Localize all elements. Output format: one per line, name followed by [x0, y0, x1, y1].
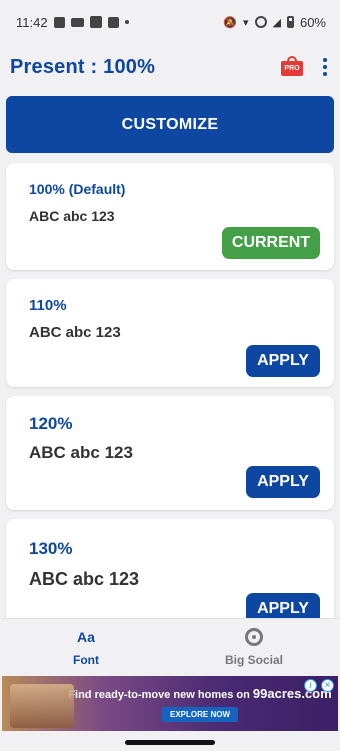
current-button[interactable]: CURRENT: [222, 227, 320, 259]
option-percent: 130%: [29, 539, 73, 558]
hotspot-icon: [254, 16, 267, 28]
bottom-navigation: Aa Font Big Social: [2, 618, 338, 674]
option-card[interactable]: 130% ABC abc 123 APPLY: [6, 519, 334, 618]
signal-icon: ◢: [272, 16, 281, 29]
page-title: Present : 100%: [10, 55, 156, 78]
option-card[interactable]: 120% ABC abc 123 APPLY: [6, 396, 334, 510]
option-percent: 100% (Default): [29, 181, 126, 197]
apply-button[interactable]: APPLY: [246, 466, 320, 498]
ad-explore-button[interactable]: EXPLORE NOW: [161, 706, 238, 722]
font-aa-icon: Aa: [77, 628, 95, 645]
app-bar: Present : 100% PRO: [2, 42, 338, 92]
gesture-bar[interactable]: [125, 740, 215, 745]
option-card[interactable]: 100% (Default) ABC abc 123 CURRENT: [6, 163, 334, 270]
ad-headline: Find ready-to-move new homes on 99acres.…: [68, 685, 332, 701]
nav-label-font: Font: [73, 652, 99, 667]
ad-image: [10, 684, 74, 728]
battery-icon: [286, 16, 294, 28]
nav-item-big-social[interactable]: Big Social: [170, 619, 338, 674]
status-bar: 11:42 🔕 ▾ ◢ 60%: [2, 2, 338, 42]
option-percent: 110%: [29, 297, 67, 314]
option-sample-text: ABC abc 123: [29, 443, 133, 462]
apply-button[interactable]: APPLY: [246, 345, 320, 377]
battery-percent: 60%: [299, 14, 326, 30]
option-card[interactable]: 110% ABC abc 123 APPLY: [6, 279, 334, 387]
pro-label: PRO: [281, 61, 303, 76]
wifi-icon: ▾: [242, 16, 249, 29]
big-social-gear-icon: [245, 627, 263, 646]
ad-banner[interactable]: Find ready-to-move new homes on 99acres.…: [2, 676, 338, 731]
notification-icon: [70, 17, 84, 27]
mute-icon: 🔕: [223, 16, 237, 29]
gallery-icon: [107, 16, 119, 28]
customize-button[interactable]: CUSTOMIZE: [6, 96, 334, 153]
app-icon: [89, 16, 102, 28]
option-percent: 120%: [29, 414, 73, 433]
more-options-icon[interactable]: [322, 58, 328, 76]
font-size-list[interactable]: CUSTOMIZE 100% (Default) ABC abc 123 CUR…: [2, 96, 338, 618]
option-sample-text: ABC abc 123: [29, 569, 140, 589]
message-icon: [53, 16, 65, 28]
pro-bag-icon[interactable]: PRO: [280, 56, 304, 78]
option-sample-text: ABC abc 123: [29, 208, 115, 224]
ad-close-icon[interactable]: ×: [321, 679, 334, 692]
more-notifications-icon: [124, 20, 129, 24]
status-time: 11:42: [16, 14, 48, 30]
apply-button[interactable]: APPLY: [246, 593, 320, 618]
phone-screen: 11:42 🔕 ▾ ◢ 60% Present : 100% PRO CUSTO…: [2, 2, 338, 749]
nav-item-font[interactable]: Aa Font: [2, 619, 170, 674]
ad-info-icon[interactable]: i: [304, 679, 317, 692]
option-sample-text: ABC abc 123: [29, 324, 121, 341]
nav-label-big-social: Big Social: [224, 652, 283, 667]
